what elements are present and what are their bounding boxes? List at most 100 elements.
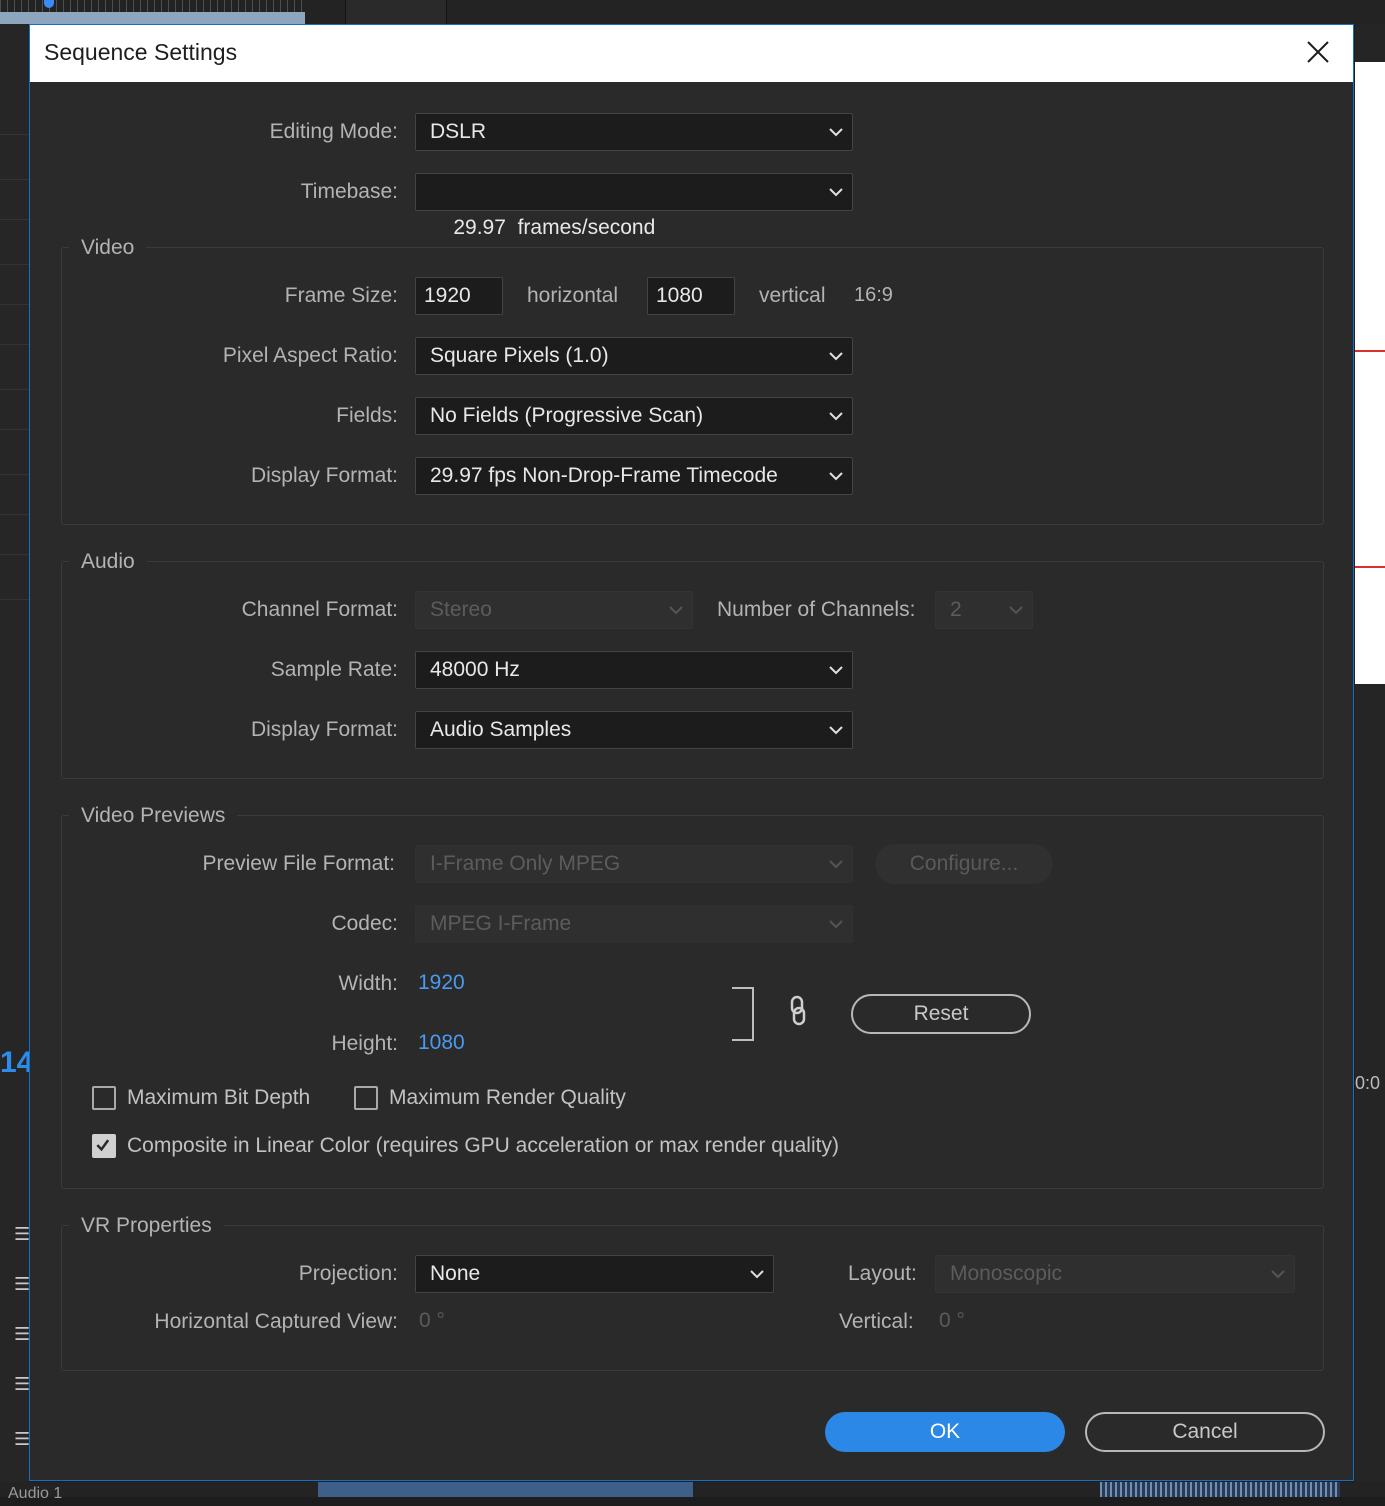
timebase-value: 29.97 frames/second — [453, 216, 656, 239]
ok-button[interactable]: OK — [825, 1412, 1065, 1452]
program-monitor-area — [1355, 62, 1385, 684]
pixel-aspect-ratio-value: Square Pixels (1.0) — [430, 344, 609, 367]
vr-properties-group-title: VR Properties — [69, 1213, 224, 1239]
max-render-quality-label: Maximum Render Quality — [389, 1086, 626, 1109]
sequence-settings-dialog: Sequence Settings Editing Mode: DSLR Tim… — [29, 24, 1354, 1481]
max-bit-depth-label: Maximum Bit Depth — [127, 1086, 311, 1109]
audio-clip[interactable] — [318, 1482, 693, 1497]
projection-label: Projection: — [298, 1262, 398, 1285]
video-group-title: Video — [69, 235, 147, 261]
preview-height-value[interactable]: 1080 — [418, 1028, 465, 1058]
audio-display-format-label: Display Format: — [250, 718, 398, 741]
chevron-down-icon — [829, 860, 843, 869]
preview-file-format-dropdown: I-Frame Only MPEG — [415, 845, 853, 883]
sample-rate-value: 48000 Hz — [430, 658, 520, 681]
divider — [0, 264, 29, 265]
timecode-fragment-right: 0:0 — [1355, 1073, 1381, 1093]
video-display-format-value: 29.97 fps Non-Drop-Frame Timecode — [430, 464, 778, 487]
reset-button[interactable]: Reset — [851, 994, 1031, 1034]
chevron-down-icon — [829, 188, 843, 197]
link-bracket — [732, 987, 754, 1041]
codec-dropdown: MPEG I-Frame — [415, 905, 853, 943]
editing-mode-label: Editing Mode: — [269, 120, 398, 143]
codec-value: MPEG I-Frame — [430, 912, 572, 935]
video-display-format-label: Display Format: — [250, 464, 398, 487]
horizontal-captured-view-value: 0 ° — [419, 1309, 445, 1332]
aspect-ratio-readout: 16:9 — [854, 284, 893, 306]
vertical-view-value: 0 ° — [939, 1309, 965, 1332]
audio-waveform — [1100, 1482, 1340, 1497]
chevron-down-icon — [829, 726, 843, 735]
chevron-down-icon — [1271, 1270, 1285, 1279]
track-settings-icon[interactable]: ☰ — [14, 1374, 30, 1395]
frame-width-field[interactable]: 1920 — [415, 277, 503, 315]
horizontal-captured-view-label: Horizontal Captured View: — [154, 1310, 398, 1333]
dialog-title: Sequence Settings — [44, 39, 238, 65]
chevron-down-icon — [1009, 606, 1023, 615]
divider — [0, 554, 29, 555]
number-of-channels-label: Number of Channels: — [717, 598, 916, 621]
composite-linear-checkbox[interactable] — [92, 1134, 116, 1158]
chevron-down-icon — [829, 472, 843, 481]
channel-format-value: Stereo — [430, 598, 492, 621]
sample-rate-dropdown[interactable]: 48000 Hz — [415, 651, 853, 689]
audio-group-title: Audio — [69, 549, 147, 575]
channel-format-dropdown: Stereo — [415, 591, 693, 629]
cancel-button[interactable]: Cancel — [1085, 1412, 1325, 1452]
chevron-down-icon — [829, 920, 843, 929]
guide-line — [1355, 350, 1385, 352]
fields-dropdown[interactable]: No Fields (Progressive Scan) — [415, 397, 853, 435]
preview-file-format-value: I-Frame Only MPEG — [430, 852, 621, 875]
projection-value: None — [430, 1262, 481, 1285]
layout-value: Monoscopic — [950, 1262, 1063, 1285]
timebase-label: Timebase: — [300, 180, 398, 203]
track-settings-icon[interactable]: ☰ — [14, 1429, 30, 1450]
frame-size-label: Frame Size: — [284, 284, 398, 307]
preview-file-format-label: Preview File Format: — [202, 852, 395, 875]
number-of-channels-value: 2 — [950, 598, 962, 621]
background-timeline-header — [0, 0, 1385, 24]
composite-linear-label: Composite in Linear Color (requires GPU … — [127, 1134, 839, 1157]
preview-width-value[interactable]: 1920 — [418, 968, 465, 998]
guide-line — [1355, 566, 1385, 568]
projection-dropdown[interactable]: None — [415, 1255, 774, 1293]
checkmark-icon — [96, 1139, 110, 1152]
audio-display-format-dropdown[interactable]: Audio Samples — [415, 711, 853, 749]
chevron-down-icon — [750, 1270, 764, 1279]
track-settings-icon[interactable]: ☰ — [14, 1224, 30, 1245]
max-bit-depth-checkbox[interactable] — [92, 1086, 116, 1110]
chevron-down-icon — [829, 412, 843, 421]
chevron-down-icon — [829, 352, 843, 361]
sample-rate-label: Sample Rate: — [270, 658, 398, 681]
chevron-down-icon — [829, 666, 843, 675]
close-icon[interactable] — [1303, 37, 1333, 67]
max-render-quality-checkbox[interactable] — [354, 1086, 378, 1110]
configure-button: Configure... — [875, 844, 1053, 884]
chevron-down-icon — [669, 606, 683, 615]
number-of-channels-dropdown: 2 — [935, 591, 1033, 629]
vertical-label: vertical — [759, 284, 826, 307]
chain-link-icon[interactable] — [788, 994, 808, 1028]
frame-height-field[interactable]: 1080 — [647, 277, 735, 315]
layout-dropdown: Monoscopic — [935, 1255, 1295, 1293]
video-display-format-dropdown[interactable]: 29.97 fps Non-Drop-Frame Timecode — [415, 457, 853, 495]
audio-display-format-value: Audio Samples — [430, 718, 572, 741]
channel-format-label: Channel Format: — [241, 598, 398, 621]
vertical-view-label: Vertical: — [839, 1310, 914, 1333]
preview-width-label: Width: — [338, 972, 398, 995]
pixel-aspect-ratio-dropdown[interactable]: Square Pixels (1.0) — [415, 337, 853, 375]
dialog-titlebar: Sequence Settings — [30, 25, 1353, 82]
vr-properties-group — [61, 1225, 1324, 1371]
preview-height-label: Height: — [331, 1032, 398, 1055]
editing-mode-value: DSLR — [430, 120, 487, 143]
editing-mode-dropdown[interactable]: DSLR — [415, 113, 853, 151]
fields-label: Fields: — [336, 404, 398, 427]
divider — [0, 389, 29, 390]
divider — [0, 219, 29, 220]
background-audio-track: Audio 1 — [0, 1482, 1385, 1502]
audio-track-label: Audio 1 — [8, 1485, 63, 1502]
fields-value: No Fields (Progressive Scan) — [430, 404, 704, 427]
pixel-aspect-ratio-label: Pixel Aspect Ratio: — [222, 344, 398, 367]
chevron-down-icon — [829, 128, 843, 137]
timebase-dropdown[interactable]: 29.97 frames/second — [415, 173, 853, 239]
